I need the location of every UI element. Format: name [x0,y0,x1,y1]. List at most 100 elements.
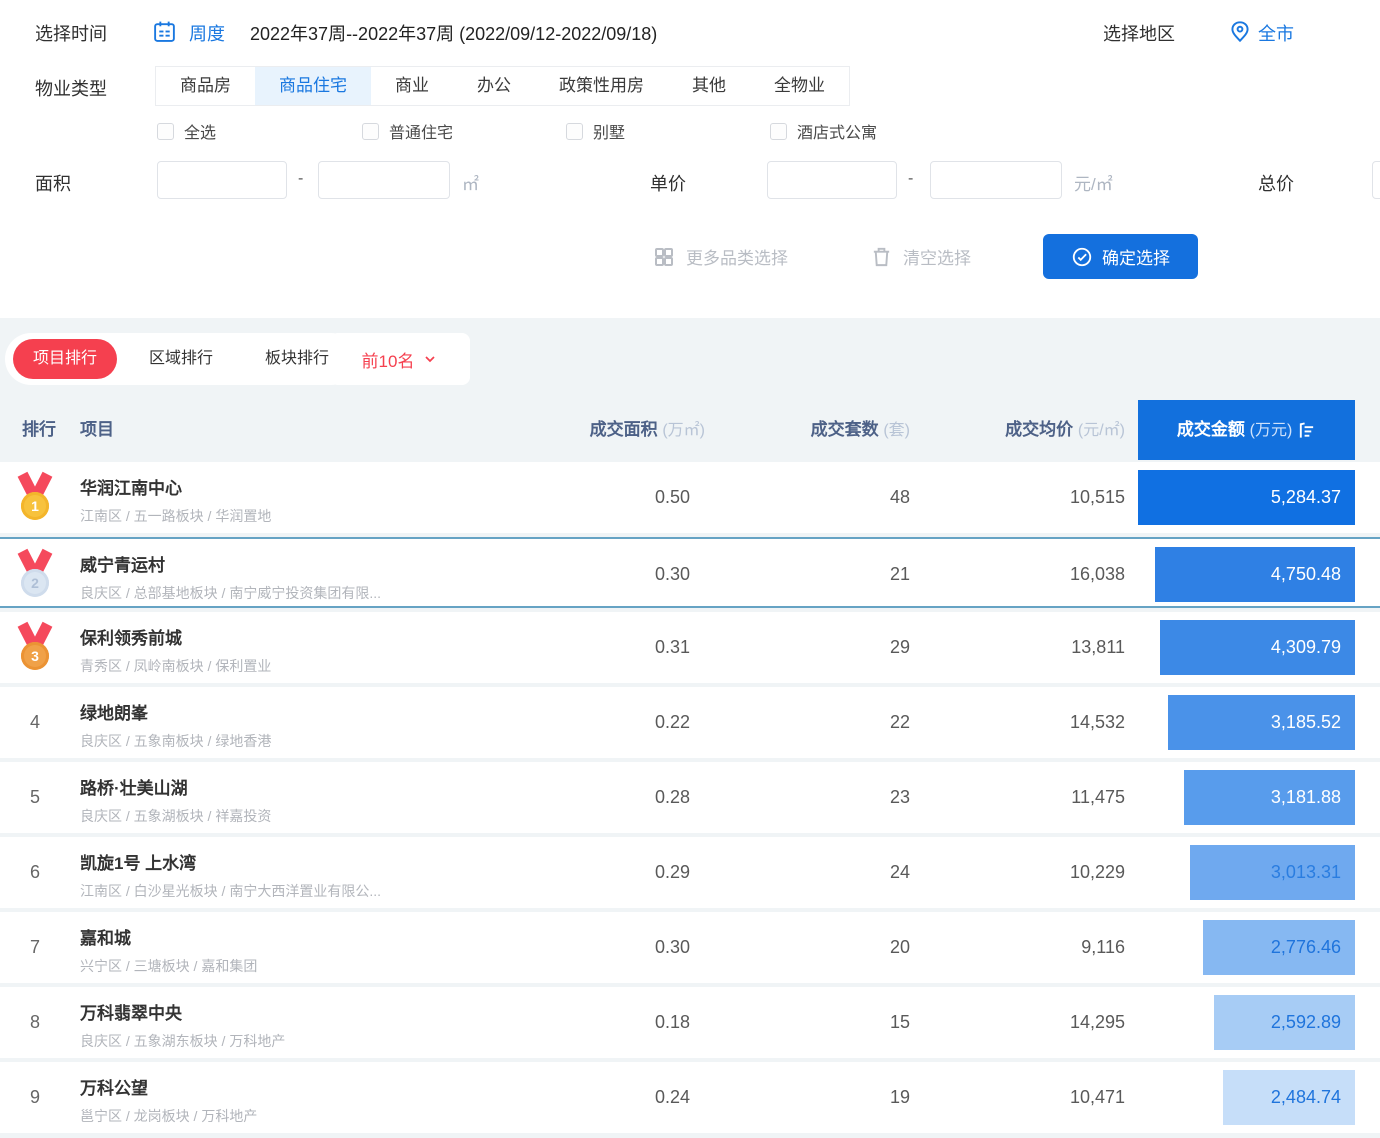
rank-number: 5 [16,762,54,833]
unit-price-min-input[interactable] [767,161,897,199]
bronze-medal-icon: 3 [17,623,53,672]
clear-selection-button[interactable]: 清空选择 [870,244,971,269]
table-row[interactable]: 3保利领秀前城青秀区 / 凤岭南板块 / 保利置业0.312913,8114,3… [0,612,1380,683]
project-cell: 路桥·壮美山湖良庆区 / 五象湖板块 / 祥嘉投资 [80,774,271,826]
avg-price-value: 10,471 [1070,1062,1125,1133]
ranking-tab-项目排行[interactable]: 项目排行 [13,339,117,379]
units-value: 29 [890,612,910,683]
area-min-input[interactable] [157,161,287,199]
medal-rank-number: 1 [21,492,49,520]
amount-bar: 3,013.31 [1190,845,1355,900]
checkbox-label: 普通住宅 [389,119,453,143]
col-header-project: 项目 [80,400,114,460]
project-name: 凯旋1号 上水湾 [80,849,381,874]
property-tab-商品房[interactable]: 商品房 [156,67,255,105]
checkbox-item-普通住宅[interactable]: 普通住宅 [362,119,453,143]
table-header: 排行 项目 成交面积 (万㎡) 成交套数 (套) 成交均价 (元/㎡) 成交金额… [0,400,1380,460]
table-row[interactable]: 8万科翡翠中央良庆区 / 五象湖东板块 / 万科地产0.181514,2952,… [0,987,1380,1058]
property-tab-政策性用房[interactable]: 政策性用房 [535,67,668,105]
region-label: 选择地区 [1103,20,1175,46]
unit-price-max-input[interactable] [930,161,1062,199]
table-row[interactable]: 7嘉和城兴宁区 / 三塘板块 / 嘉和集团0.30209,1162,776.46 [0,912,1380,983]
units-value: 22 [890,687,910,758]
checkbox-box[interactable] [770,123,787,140]
calendar-icon [152,19,177,44]
col-header-amount-sorted[interactable]: 成交金额 (万元) [1138,400,1355,460]
project-path: 良庆区 / 总部基地板块 / 南宁威宁投资集团有限... [80,583,381,603]
project-cell: 威宁青运村良庆区 / 总部基地板块 / 南宁威宁投资集团有限... [80,551,381,603]
avg-price-value: 10,515 [1070,462,1125,533]
avg-price-value: 13,811 [1071,612,1125,683]
total-price-min-input[interactable] [1372,161,1380,199]
checkbox-box[interactable] [157,123,174,140]
gold-medal-icon: 1 [17,473,53,522]
checkbox-item-酒店式公寓[interactable]: 酒店式公寓 [770,119,877,143]
project-name: 万科翡翠中央 [80,999,285,1024]
amount-bar: 2,484.74 [1223,1070,1355,1125]
checkbox-box[interactable] [566,123,583,140]
area-value: 0.18 [655,987,690,1058]
sort-descending-icon [1297,420,1316,439]
time-mode-selector[interactable]: 周度 [189,20,225,46]
rank-number: 9 [16,1062,54,1133]
units-value: 24 [890,837,910,908]
project-path: 良庆区 / 五象湖板块 / 祥嘉投资 [80,806,271,826]
area-value: 0.28 [655,762,690,833]
checkbox-label: 酒店式公寓 [797,119,877,143]
table-row[interactable]: 1华润江南中心江南区 / 五一路板块 / 华润置地0.504810,5155,2… [0,462,1380,533]
project-name: 保利领秀前城 [80,624,271,649]
time-range-value[interactable]: 2022年37周--2022年37周 (2022/09/12-2022/09/1… [250,20,657,46]
area-range-dash: - [298,170,303,188]
ranking-tab-区域排行[interactable]: 区域排行 [129,339,233,379]
trash-icon [870,245,893,268]
region-selector[interactable]: 全市 [1258,20,1294,46]
project-cell: 万科翡翠中央良庆区 / 五象湖东板块 / 万科地产 [80,999,285,1051]
project-path: 青秀区 / 凤岭南板块 / 保利置业 [80,656,271,676]
table-row[interactable]: 6凯旋1号 上水湾江南区 / 白沙星光板块 / 南宁大西洋置业有限公...0.2… [0,837,1380,908]
property-tab-商品住宅[interactable]: 商品住宅 [255,67,371,105]
avg-price-value: 16,038 [1070,539,1125,610]
rank-number: 8 [16,987,54,1058]
confirm-selection-button[interactable]: 确定选择 [1043,234,1198,279]
project-path: 江南区 / 白沙星光板块 / 南宁大西洋置业有限公... [80,881,381,901]
checkbox-box[interactable] [362,123,379,140]
project-name: 华润江南中心 [80,474,271,499]
avg-price-value: 14,295 [1070,987,1125,1058]
property-tab-全物业[interactable]: 全物业 [750,67,849,105]
project-cell: 嘉和城兴宁区 / 三塘板块 / 嘉和集团 [80,924,257,976]
project-cell: 万科公望邕宁区 / 龙岗板块 / 万科地产 [80,1074,257,1126]
rank-number: 7 [16,912,54,983]
checkbox-item-全选[interactable]: 全选 [157,119,216,143]
amount-bar: 3,181.88 [1184,770,1355,825]
checkbox-item-别墅[interactable]: 别墅 [566,119,625,143]
unit-price-label: 单价 [650,170,686,196]
more-categories-button[interactable]: 更多品类选择 [652,244,788,269]
ranking-tabs: 项目排行区域排行板块排行 [5,333,357,385]
table-row[interactable]: 5路桥·壮美山湖良庆区 / 五象湖板块 / 祥嘉投资0.282311,4753,… [0,762,1380,833]
project-cell: 凯旋1号 上水湾江南区 / 白沙星光板块 / 南宁大西洋置业有限公... [80,849,381,901]
col-header-avg-price: 成交均价 (元/㎡) [1005,400,1125,460]
area-label: 面积 [35,170,71,196]
avg-price-value: 14,532 [1070,687,1125,758]
property-tab-商业[interactable]: 商业 [371,67,453,105]
avg-price-value: 11,475 [1071,762,1125,833]
table-row[interactable]: 4绿地朗峯良庆区 / 五象南板块 / 绿地香港0.222214,5323,185… [0,687,1380,758]
table-row[interactable]: 9万科公望邕宁区 / 龙岗板块 / 万科地产0.241910,4712,484.… [0,1062,1380,1133]
property-tab-其他[interactable]: 其他 [668,67,750,105]
area-value: 0.50 [655,462,690,533]
col-header-area: 成交面积 (万㎡) [590,400,705,460]
area-max-input[interactable] [318,161,450,199]
area-value: 0.22 [655,687,690,758]
subtype-checkbox-row: 全选 普通住宅 别墅 酒店式公寓 [0,119,1380,143]
property-tab-办公[interactable]: 办公 [453,67,535,105]
unit-price-range-dash: - [908,170,913,188]
medal-rank-number: 3 [21,642,49,670]
top-n-dropdown[interactable]: 前10名 [330,333,470,385]
table-row[interactable]: 2威宁青运村良庆区 / 总部基地板块 / 南宁威宁投资集团有限...0.3021… [0,537,1380,608]
app-root: 选择时间 周度 2022年37周--2022年37周 (2022/09/12-2… [0,0,1380,1138]
checkbox-label: 全选 [184,119,216,143]
area-value: 0.31 [655,612,690,683]
medal-rank-number: 2 [21,569,49,597]
area-value: 0.30 [655,539,690,610]
amount-bar: 2,592.89 [1214,995,1355,1050]
